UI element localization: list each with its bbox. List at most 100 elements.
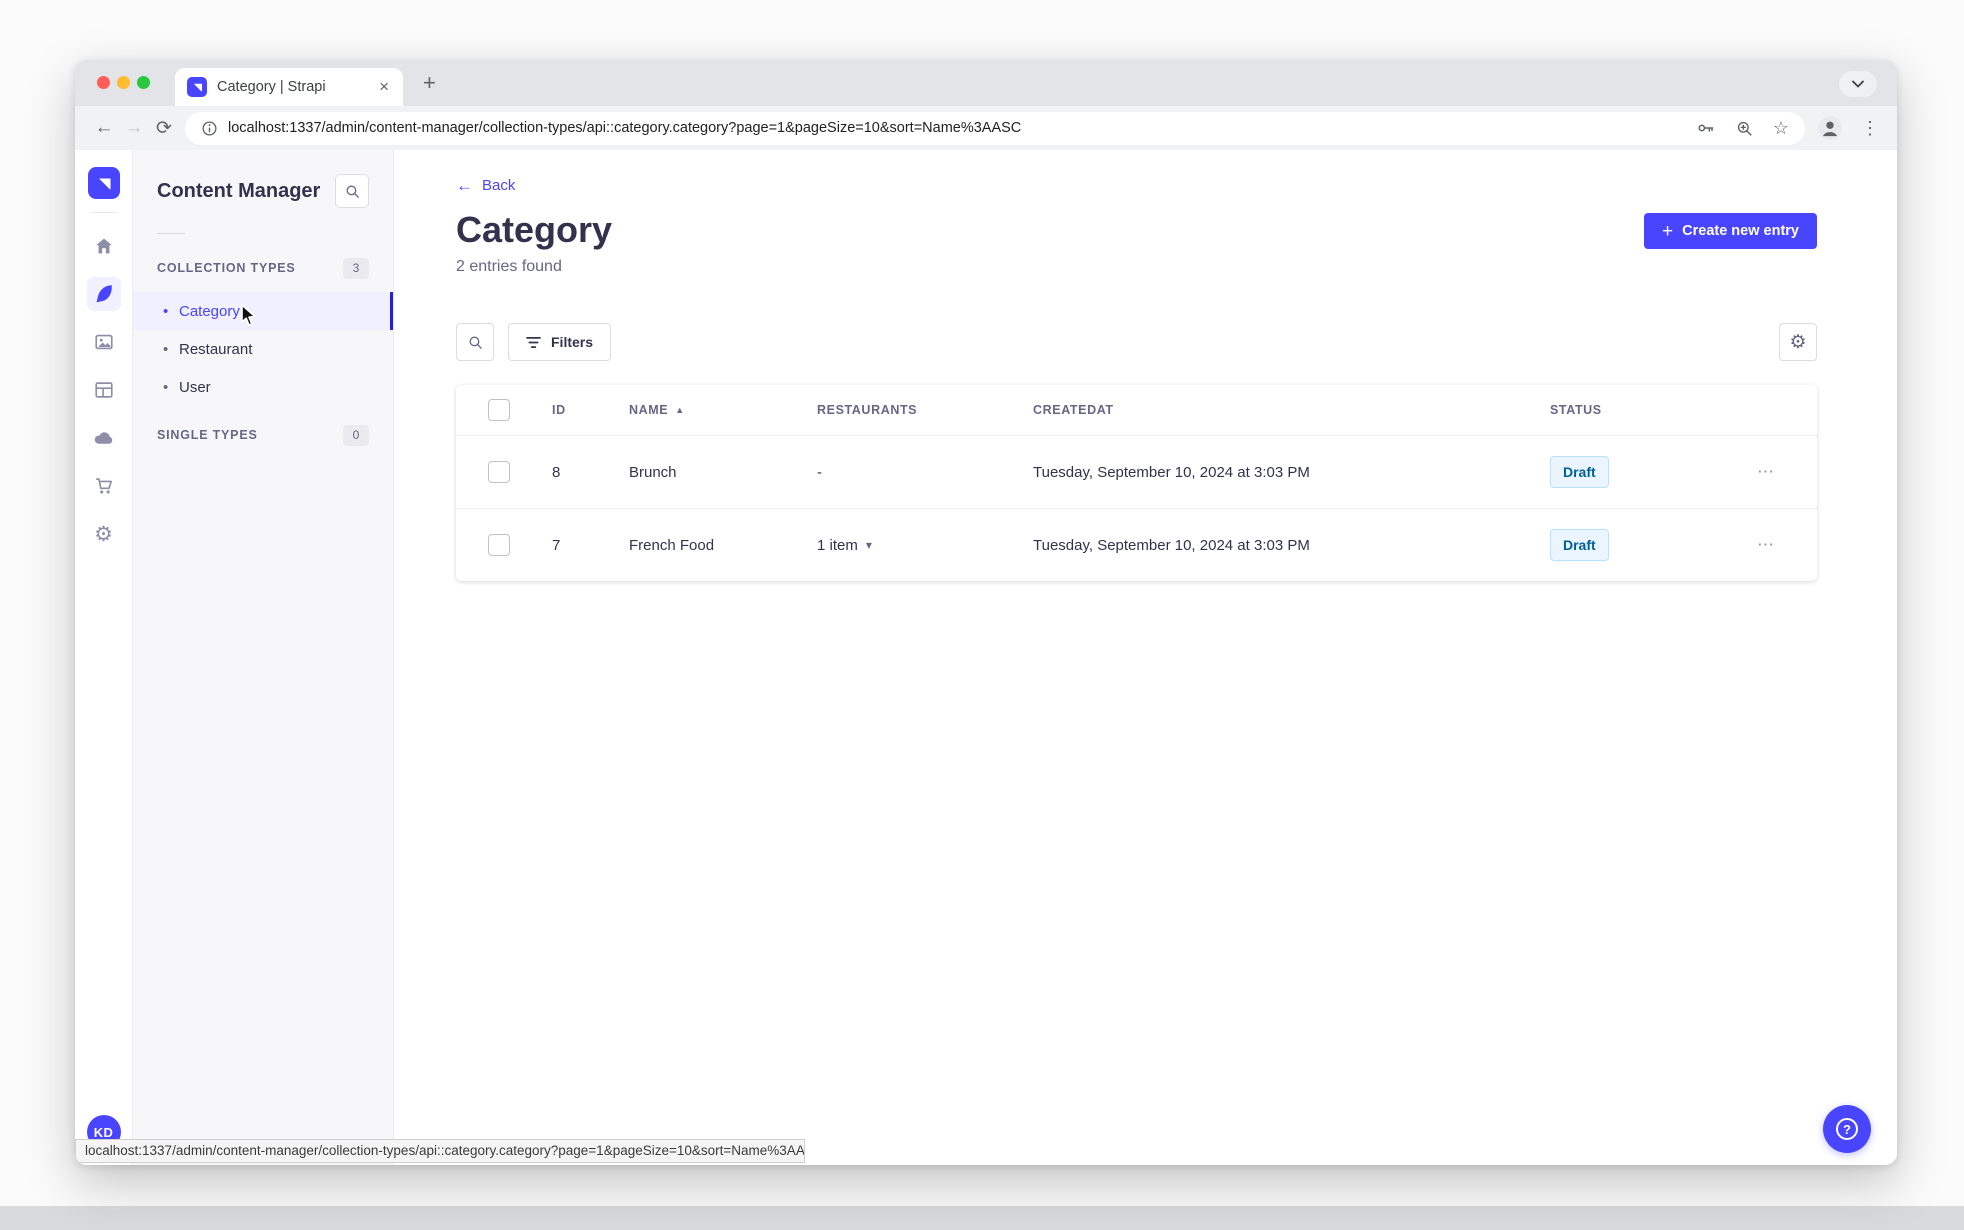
active-indicator [390,292,393,330]
browser-forward-button[interactable]: → [119,113,149,143]
section-label: COLLECTION TYPES [157,261,296,275]
sidebar-item-label: Restaurant [179,340,253,358]
browser-tab[interactable]: Category | Strapi × [175,68,403,106]
gear-icon: ⚙ [94,522,113,546]
cell-id: 8 [552,463,561,481]
info-icon[interactable] [201,120,218,137]
profile-icon[interactable] [1817,115,1843,141]
browser-tabstrip: Category | Strapi × + [75,60,1897,106]
table-settings-button[interactable]: ⚙ [1779,323,1817,361]
nav-home-button[interactable] [87,229,121,263]
sidebar-item-user[interactable]: • User [133,368,393,406]
window-controls [97,76,150,89]
fullscreen-window-button[interactable] [137,76,150,89]
create-button-label: Create new entry [1682,223,1799,239]
plus-icon: + [1662,220,1674,242]
column-header-restaurants[interactable]: RESTAURANTS [797,403,1013,417]
nav-deploy-button[interactable] [87,421,121,455]
browser-back-button[interactable]: ← [89,113,119,143]
cloud-icon [94,431,113,444]
address-bar[interactable]: localhost:1337/admin/content-manager/col… [185,111,1805,145]
column-header-id[interactable]: ID [532,403,609,417]
sort-ascending-icon: ▲ [675,405,685,415]
column-header-createdat[interactable]: CREATEDAT [1013,403,1530,417]
cell-createdat: Tuesday, September 10, 2024 at 3:03 PM [1033,463,1310,481]
sidebar-item-category[interactable]: • Category [133,292,393,330]
bullet-icon: • [163,302,169,320]
link-status-bar: localhost:1337/admin/content-manager/col… [75,1139,805,1163]
close-window-button[interactable] [97,76,110,89]
tab-close-icon[interactable]: × [375,77,393,97]
nav-settings-button[interactable]: ⚙ [87,517,121,551]
nav-content-manager-button[interactable] [86,277,121,311]
search-icon [346,185,359,198]
strapi-logo[interactable] [87,167,120,199]
subnav-divider [157,233,185,234]
filters-label: Filters [551,334,594,350]
cart-icon [95,478,112,494]
cell-name: Brunch [629,463,677,481]
column-header-name[interactable]: NAME ▲ [609,403,797,417]
new-tab-button[interactable]: + [423,70,436,96]
tab-search-button[interactable] [1839,71,1877,97]
row-checkbox[interactable] [488,461,510,483]
subnav-search-button[interactable] [335,174,369,208]
content-manager-subnav: Content Manager COLLECTION TYPES 3 • Cat… [133,150,394,1165]
strapi-app: ⚙ KD Content Manager COLLECTION TYPES 3 [75,150,1897,1165]
column-header-status[interactable]: STATUS [1530,403,1716,417]
media-icon [94,334,113,350]
row-actions-icon[interactable]: ⋯ [1757,462,1776,482]
nav-marketplace-button[interactable] [87,469,121,503]
bullet-icon: • [163,378,169,396]
entries-count: 2 entries found [456,258,562,275]
sidebar-item-label: User [179,378,211,396]
collection-types-section: COLLECTION TYPES 3 [133,252,393,284]
status-badge: Draft [1550,456,1609,488]
create-new-entry-button[interactable]: + Create new entry [1644,213,1817,249]
question-mark-icon: ? [1836,1118,1858,1140]
status-badge: Draft [1550,529,1609,561]
gear-icon: ⚙ [1789,331,1807,353]
table-row[interactable]: 8 Brunch - Tuesday, September 10, 2024 a… [456,435,1817,508]
strapi-favicon-icon [187,77,207,97]
browser-reload-button[interactable]: ⟳ [149,113,179,143]
sidebar-item-label: Category [179,302,240,320]
url-text[interactable]: localhost:1337/admin/content-manager/col… [228,120,1684,136]
help-button[interactable]: ? [1823,1105,1871,1153]
section-count-badge: 3 [343,257,369,279]
minimize-window-button[interactable] [117,76,130,89]
nav-media-library-button[interactable] [87,325,121,359]
cell-restaurants[interactable]: 1 item ▾ [797,537,1013,554]
cell-createdat: Tuesday, September 10, 2024 at 3:03 PM [1033,536,1310,554]
table-row[interactable]: 7 French Food 1 item ▾ Tuesday, Septembe… [456,508,1817,581]
browser-menu-icon[interactable]: ⋮ [1857,118,1883,139]
mouse-cursor [241,304,256,326]
section-label: SINGLE TYPES [157,428,258,442]
page-title: Category [456,209,613,250]
row-actions-icon[interactable]: ⋯ [1757,535,1776,555]
section-count-badge: 0 [343,424,369,446]
back-label: Back [482,177,516,194]
layout-icon [94,382,113,398]
search-icon [469,336,482,349]
filters-button[interactable]: Filters [508,323,612,361]
feather-icon [95,285,112,303]
nav-content-type-builder-button[interactable] [87,373,121,407]
filter-icon [526,336,541,348]
chevron-down-icon: ▾ [865,538,872,552]
password-key-icon[interactable] [1696,118,1716,138]
back-link[interactable]: ← Back [456,177,515,194]
table-search-button[interactable] [456,323,494,361]
row-checkbox[interactable] [488,534,510,556]
main-content: ← Back Category + Create new entry 2 ent… [394,150,1897,1165]
cell-name: French Food [629,536,715,554]
subnav-title: Content Manager [157,180,321,202]
sidebar-item-restaurant[interactable]: • Restaurant [133,330,393,368]
chevron-down-icon [1852,80,1864,88]
main-nav-rail: ⚙ KD [75,150,133,1165]
browser-window: Category | Strapi × + ← → ⟳ localhost:13… [75,60,1897,1165]
select-all-checkbox[interactable] [488,399,510,421]
bookmark-star-icon[interactable]: ☆ [1773,119,1789,137]
table-header-row: ID NAME ▲ RESTAURANTS CREATEDAT STATUS [456,385,1817,435]
zoom-page-icon[interactable] [1735,119,1754,138]
